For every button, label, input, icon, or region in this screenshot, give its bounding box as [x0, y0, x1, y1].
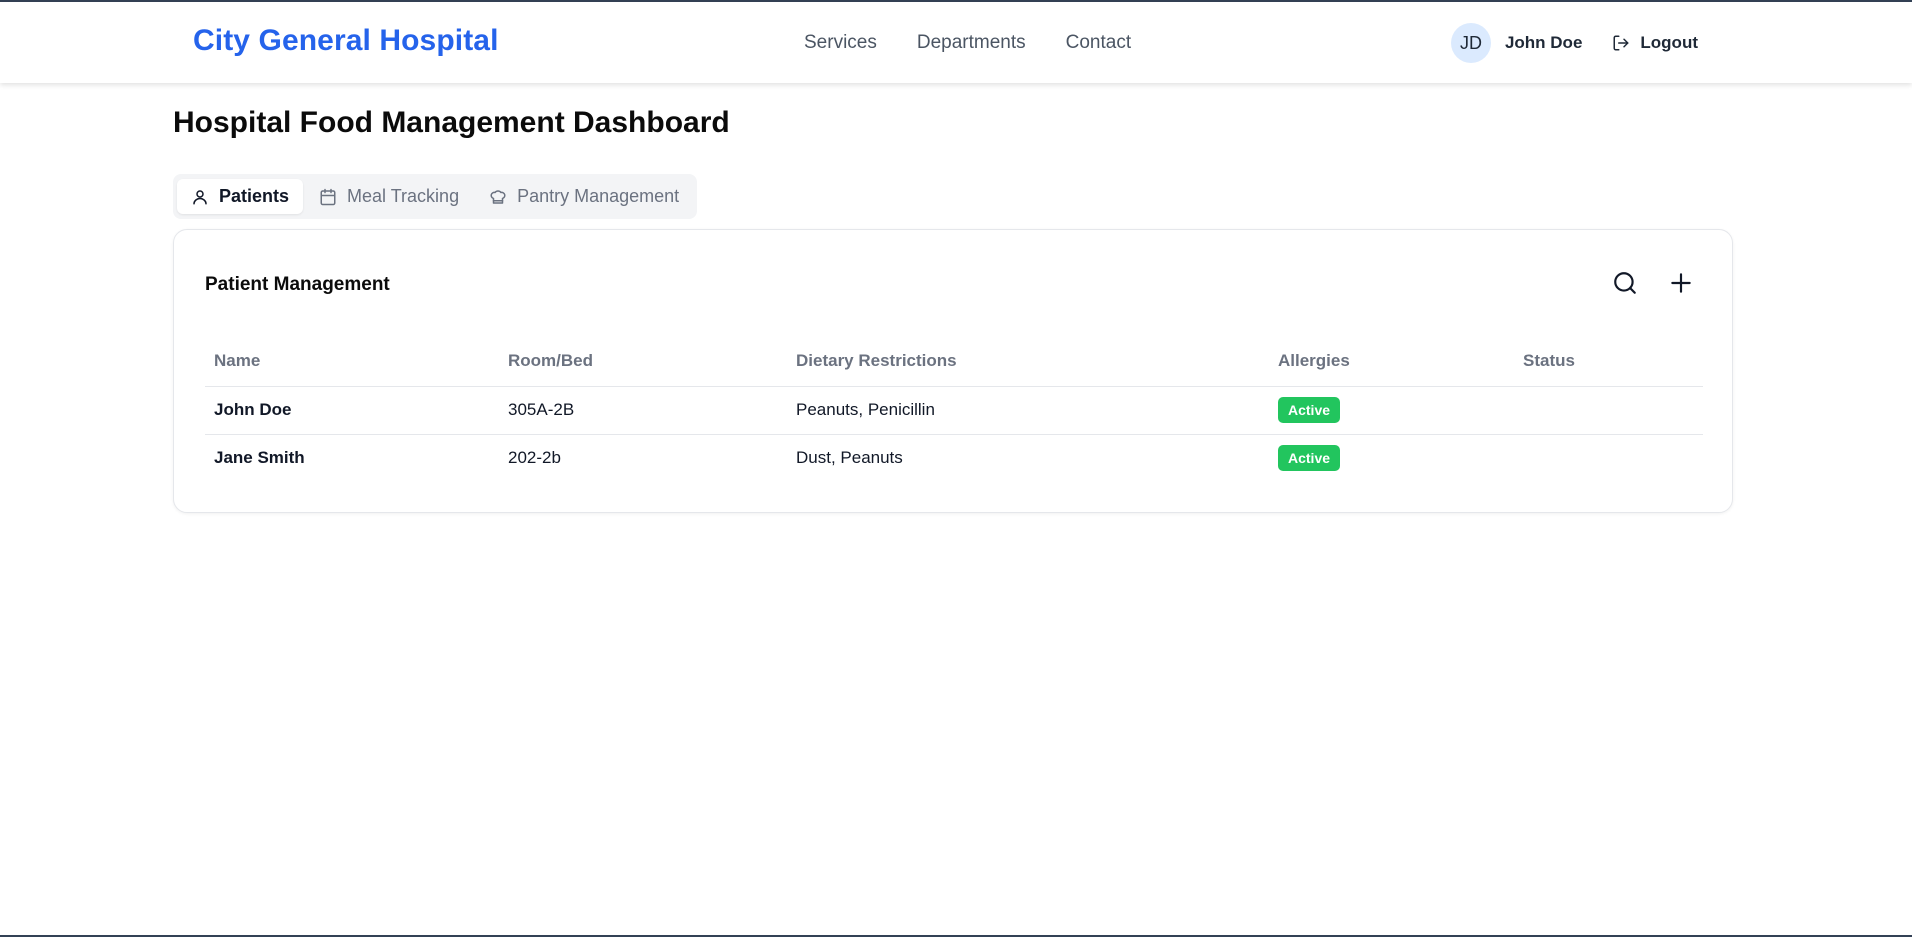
main-nav: Services Departments Contact	[804, 32, 1131, 54]
top-navbar: City General Hospital Services Departmen…	[0, 2, 1912, 83]
patient-dietary: Peanuts, Penicillin	[787, 386, 1269, 435]
patient-room: 305A-2B	[499, 386, 787, 435]
card-actions	[1612, 270, 1694, 296]
logout-icon	[1613, 35, 1629, 51]
patient-room: 202-2b	[508, 448, 561, 468]
patient-name: John Doe	[205, 386, 499, 435]
logout-label: Logout	[1640, 33, 1698, 52]
column-header-room[interactable]: Room/Bed	[499, 336, 787, 387]
patient-management-card: Patient Management Name Room/Bed Dietary…	[173, 229, 1733, 513]
status-badge: Active	[1278, 445, 1341, 472]
column-header-status[interactable]: Status	[1514, 336, 1703, 387]
user-name: John Doe	[1504, 33, 1583, 52]
user-icon	[193, 189, 207, 204]
logout-button[interactable]: Logout	[1612, 33, 1698, 53]
tab-pantry-management[interactable]: Pantry Management	[475, 179, 693, 214]
card-title: Patient Management	[205, 274, 390, 295]
patient-name: Jane Smith	[214, 448, 305, 468]
avatar[interactable]: JD	[1450, 23, 1491, 63]
patient-allergies-cell: Active	[1269, 434, 1514, 482]
nav-services-link[interactable]: Services	[804, 32, 877, 54]
patients-table: Name Room/Bed Dietary Restrictions Aller…	[205, 336, 1703, 482]
column-header-allergies[interactable]: Allergies	[1269, 336, 1514, 387]
patient-allergies-cell: Active	[1269, 386, 1514, 435]
status-badge: Active	[1278, 397, 1341, 423]
tab-meal-tracking[interactable]: Meal Tracking	[305, 179, 473, 214]
chef-hat-icon	[490, 189, 506, 204]
column-header-dietary[interactable]: Dietary Restrictions	[787, 336, 1269, 387]
tab-patients[interactable]: Patients	[177, 179, 304, 214]
plus-icon	[1671, 273, 1691, 293]
tab-label: Meal Tracking	[347, 186, 460, 206]
tab-label: Patients	[219, 186, 290, 206]
table-header-row: Name Room/Bed Dietary Restrictions Aller…	[205, 336, 1703, 387]
search-icon	[1614, 272, 1636, 294]
nav-contact-link[interactable]: Contact	[1066, 32, 1131, 54]
page-title: Hospital Food Management Dashboard	[173, 106, 730, 139]
patient-status	[1514, 434, 1703, 482]
table-row[interactable]: John Doe 305A-2B Peanuts, Penicillin Act…	[205, 386, 1703, 435]
table-row[interactable]: Jane Smith 202-2b Dust, Peanuts Active	[205, 434, 1703, 482]
tab-list: Patients Meal Tracking Pantry Management	[173, 174, 698, 219]
nav-departments-link[interactable]: Departments	[917, 32, 1026, 54]
hospital-logo-text[interactable]: City General Hospital	[193, 24, 499, 58]
column-header-name[interactable]: Name	[205, 336, 499, 387]
user-menu: JD John Doe Logout	[1450, 23, 1698, 63]
tab-label: Pantry Management	[517, 186, 680, 206]
calendar-icon	[320, 188, 336, 205]
search-button[interactable]	[1612, 270, 1638, 296]
patient-dietary: Dust, Peanuts	[796, 448, 903, 468]
patient-status	[1514, 386, 1703, 435]
add-patient-button[interactable]	[1668, 270, 1694, 296]
